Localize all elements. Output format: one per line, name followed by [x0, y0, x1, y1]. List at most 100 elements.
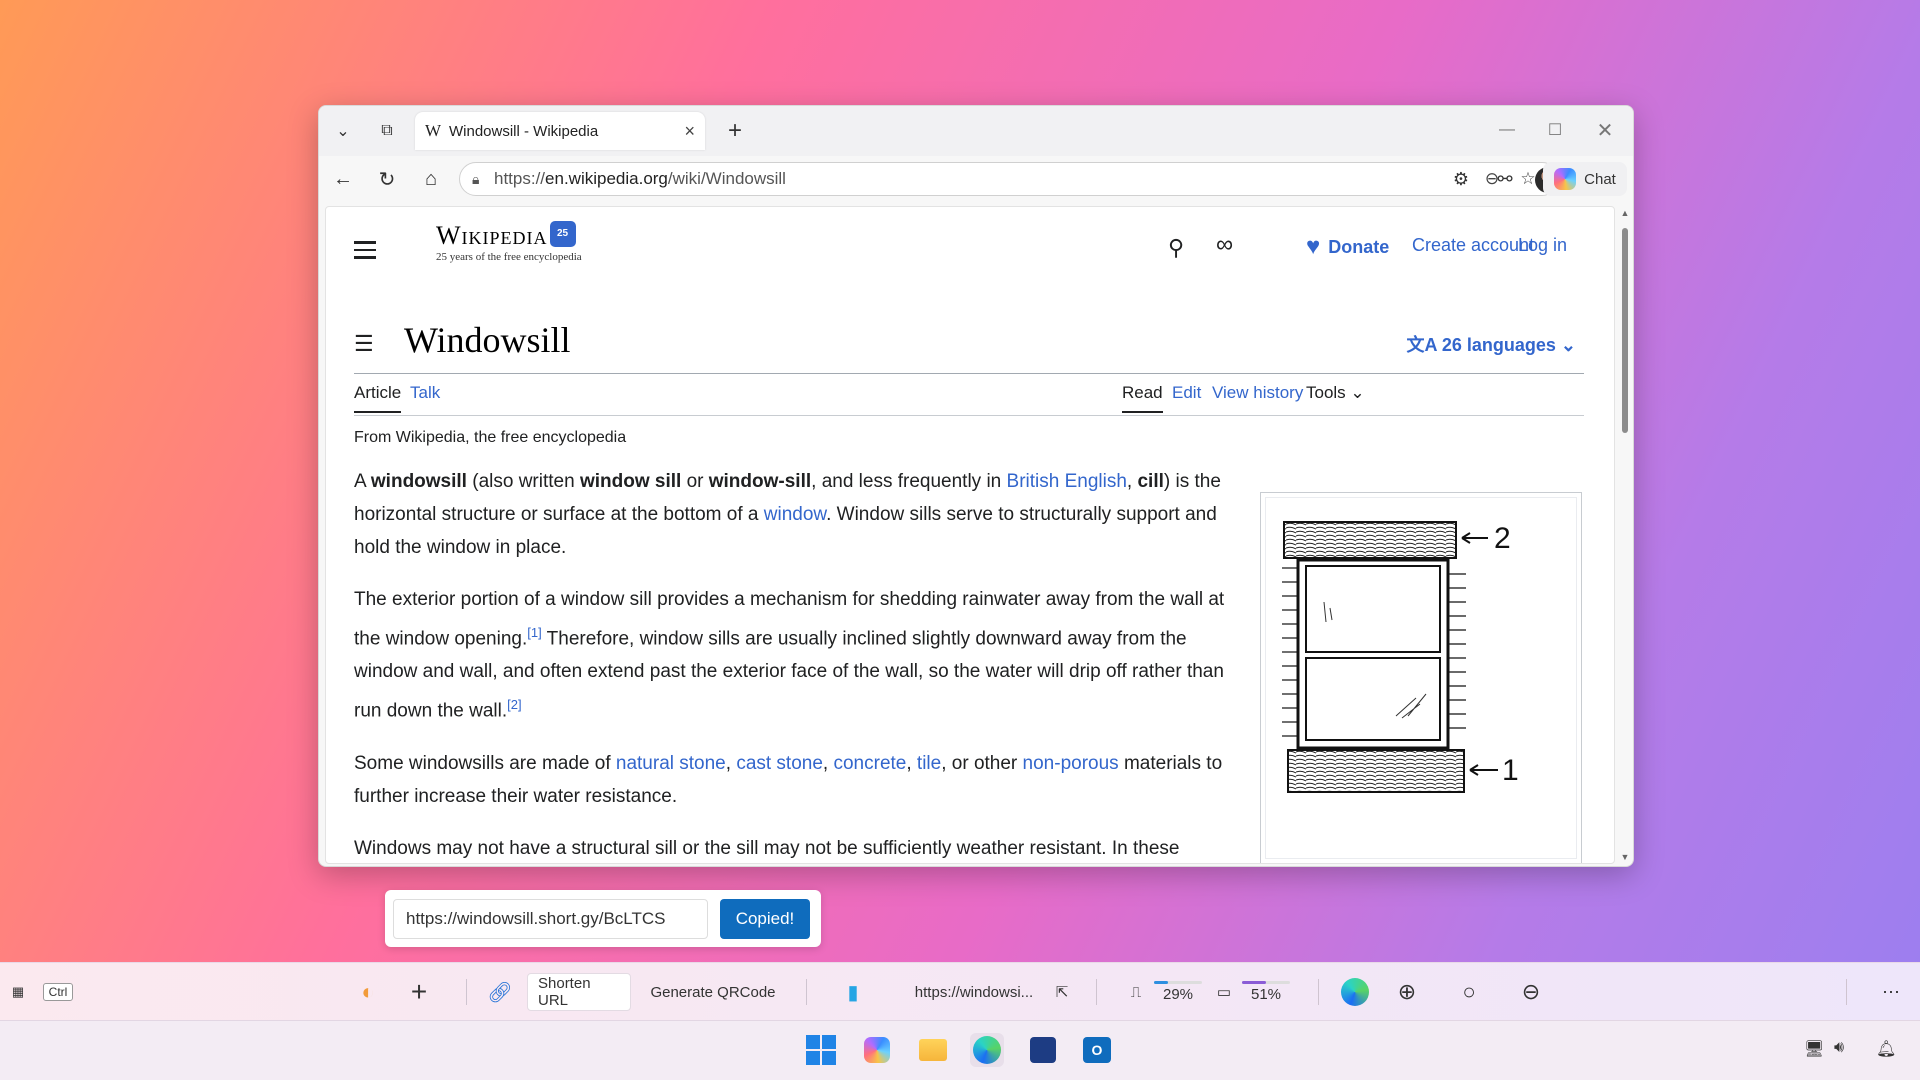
url-text[interactable]: https://en.wikipedia.org/wiki/Windowsill [494, 169, 1474, 189]
search-icon[interactable]: ○ [1452, 973, 1486, 1011]
back-icon[interactable]: ← [327, 163, 359, 195]
tab-actions-chevron-icon[interactable]: ⌄ [327, 115, 359, 147]
reference-2[interactable]: [2] [507, 697, 521, 712]
link-natural-stone[interactable]: natural stone [616, 753, 726, 774]
copied-button[interactable]: Copied! [720, 898, 810, 939]
link-non-porous[interactable]: non-porous [1023, 753, 1119, 774]
start-windows-icon[interactable] [804, 1033, 838, 1067]
refresh-icon[interactable]: ↻ [371, 163, 403, 195]
more-options-icon[interactable]: ⋯ [1876, 973, 1906, 1011]
tab-title: Windowsill - Wikipedia [449, 122, 599, 140]
app-logo-icon[interactable]: ◐ [350, 973, 386, 1011]
address-bar[interactable]: 🔒︎ https://en.wikipedia.org/wiki/Windows… [459, 162, 1559, 196]
utility-toolbar: ▦ Ctrl ◐ + 🔗︎ Shorten URL Generate QRCod… [0, 962, 1920, 1020]
zoom-out-icon[interactable]: ⊖ [1514, 973, 1548, 1011]
browser-toolbar: ← ↻ ⌂ 🔒︎ https://en.wikipedia.org/wiki/W… [319, 156, 1633, 202]
scroll-up-icon[interactable]: ▲ [1619, 208, 1631, 218]
generate-qrcode-button[interactable]: Generate QRCode [645, 973, 781, 1011]
wikipedia-logo[interactable]: Wikipedia 25 25 years of the free encyclo… [436, 221, 582, 263]
chevron-down-icon: ⌄ [1560, 335, 1576, 355]
main-menu-icon[interactable] [354, 241, 376, 264]
maximize-icon[interactable]: ☐ [1531, 114, 1579, 146]
scroll-down-icon[interactable]: ▼ [1619, 852, 1631, 862]
page-scrollbar[interactable]: ▲ ▼ [1619, 208, 1631, 862]
short-url-popup: https://windowsill.short.gy/BcLTCS Copie… [385, 890, 821, 947]
file-explorer-icon[interactable] [916, 1033, 950, 1067]
network-icon[interactable]: 🖥︎ [1804, 1039, 1824, 1059]
label-2: 2 [1494, 522, 1511, 555]
link-cast-stone[interactable]: cast stone [736, 753, 823, 774]
languages-button[interactable]: 文A 26 languages ⌄ [1406, 331, 1576, 357]
add-icon[interactable]: + [402, 973, 436, 1011]
heart-icon: ♥ [1306, 233, 1321, 260]
appearance-glasses-icon[interactable]: ∞ [1216, 231, 1233, 259]
login-link[interactable]: Log in [1518, 235, 1567, 256]
close-window-icon[interactable]: ✕ [1581, 114, 1629, 146]
tab-article[interactable]: Article [354, 383, 402, 413]
tab-talk[interactable]: Talk [410, 383, 440, 411]
puzzle-25-icon: 25 [549, 221, 576, 247]
clipboard-link-text[interactable]: https://windowsi... [904, 973, 1044, 1011]
minimize-icon[interactable]: — [1483, 114, 1531, 146]
windows-taskbar: O 🖥︎ 🔊︎ 🔔︎ [0, 1020, 1920, 1080]
tools-chevron-icon: ⌄ [1350, 383, 1365, 402]
open-external-icon[interactable]: ⇱ [1050, 973, 1074, 1011]
windowsill-diagram[interactable]: 2 1 [1260, 492, 1582, 863]
copilot-chat-button[interactable]: Chat [1543, 162, 1627, 196]
cpu-monitor-icon[interactable]: ⎍ [1124, 973, 1148, 1011]
clipboard-app-icon[interactable]: ▮ [838, 973, 868, 1011]
home-icon[interactable]: ⌂ [415, 163, 447, 195]
store-icon[interactable] [1026, 1033, 1060, 1067]
volume-icon[interactable]: 🔊︎ [1834, 1039, 1844, 1057]
outlook-icon[interactable]: O [1080, 1033, 1114, 1067]
tab-read[interactable]: Read [1122, 383, 1163, 413]
memory-usage: 51% [1240, 973, 1292, 1011]
article-body: A windowsill (also written window sill o… [354, 465, 1229, 863]
tools-menu[interactable]: Tools ⌄ [1306, 383, 1365, 411]
link-tile[interactable]: tile [917, 753, 941, 774]
logo-tagline: 25 years of the free encyclopedia [436, 251, 582, 263]
memory-icon[interactable]: ▭ [1212, 973, 1236, 1011]
workspaces-icon[interactable]: ⧉ [371, 115, 403, 147]
create-account-link[interactable]: Create account [1412, 235, 1534, 256]
notification-bell-icon[interactable]: 🔔︎ [1876, 1039, 1896, 1059]
cpu-usage: 29% [1152, 973, 1204, 1011]
copilot-icon [1554, 168, 1577, 190]
reference-1[interactable]: [1] [527, 625, 541, 640]
scroll-thumb[interactable] [1622, 228, 1628, 433]
link-british-english[interactable]: British English [1007, 471, 1127, 492]
paragraph: A windowsill (also written window sill o… [354, 471, 1221, 558]
tab-view-history[interactable]: View history [1212, 383, 1303, 411]
grid-icon[interactable]: ▦ [6, 973, 30, 1011]
window-drawing: 2 1 [1282, 521, 1519, 793]
edge-icon[interactable] [1338, 973, 1372, 1011]
link-icon[interactable]: 🔗︎ [484, 973, 516, 1011]
collections-icon[interactable]: ⚯ [1489, 163, 1521, 195]
wikipedia-favicon-icon: W [425, 121, 442, 140]
lock-icon[interactable]: 🔒︎ [472, 171, 494, 188]
browser-window: ⌄ ⧉ W Windowsill - Wikipedia × + — ☐ ✕ ←… [318, 105, 1634, 867]
tabs-divider [354, 415, 1584, 416]
link-concrete[interactable]: concrete [833, 753, 906, 774]
chat-label: Chat [1584, 170, 1616, 188]
link-window[interactable]: window [764, 504, 826, 525]
wikipedia-page: Wikipedia 25 25 years of the free encyclo… [325, 206, 1615, 864]
translate-icon: 文A [1406, 335, 1437, 355]
new-tab-icon[interactable]: + [719, 115, 751, 147]
label-1: 1 [1502, 754, 1519, 787]
tab-close-icon[interactable]: × [684, 121, 695, 142]
zoom-in-icon[interactable]: ⊕ [1390, 973, 1424, 1011]
search-icon[interactable]: ⚲ [1168, 235, 1184, 261]
short-url-field[interactable]: https://windowsill.short.gy/BcLTCS [393, 898, 708, 939]
copilot-icon[interactable] [860, 1033, 894, 1067]
tab-windowsill[interactable]: W Windowsill - Wikipedia × [415, 112, 705, 150]
donate-link[interactable]: ♥ Donate [1306, 233, 1389, 261]
table-of-contents-icon[interactable]: ☰ [354, 331, 374, 357]
shorten-url-button[interactable]: Shorten URL [527, 973, 631, 1011]
edge-taskbar-icon[interactable] [970, 1033, 1004, 1067]
extensions-icon[interactable]: ⚙ [1445, 163, 1477, 195]
ctrl-key-badge[interactable]: Ctrl [38, 973, 78, 1011]
tab-edit[interactable]: Edit [1172, 383, 1201, 411]
paragraph: Windows may not have a structural sill o… [354, 837, 1180, 859]
paragraph: Some windowsills are made of natural sto… [354, 752, 1223, 807]
